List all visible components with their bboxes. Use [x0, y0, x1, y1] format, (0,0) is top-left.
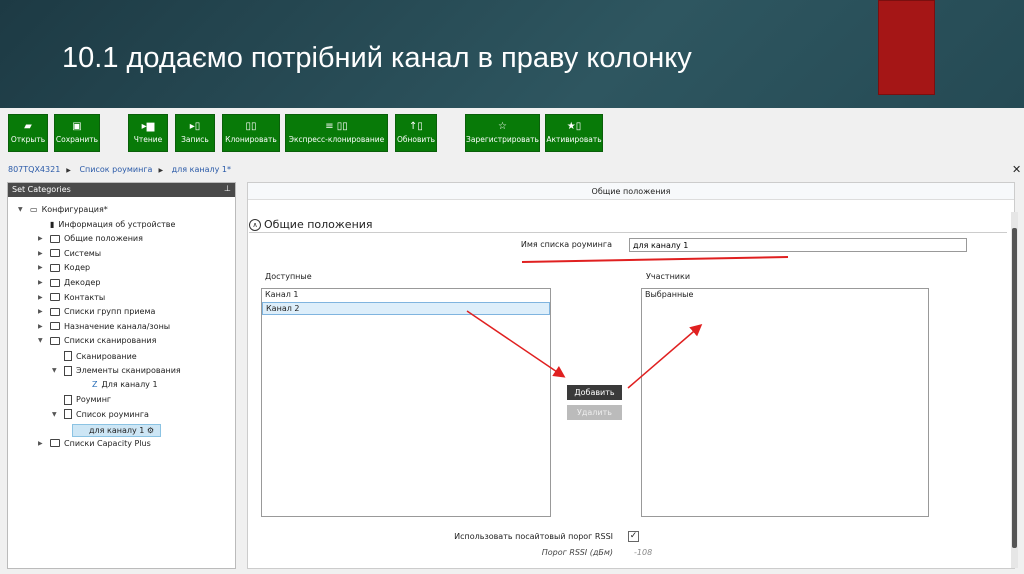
annotation-arrows [466, 256, 789, 389]
underline-annotation [521, 256, 789, 263]
arrow-to-add [466, 310, 566, 378]
arrow-to-members [627, 324, 703, 389]
